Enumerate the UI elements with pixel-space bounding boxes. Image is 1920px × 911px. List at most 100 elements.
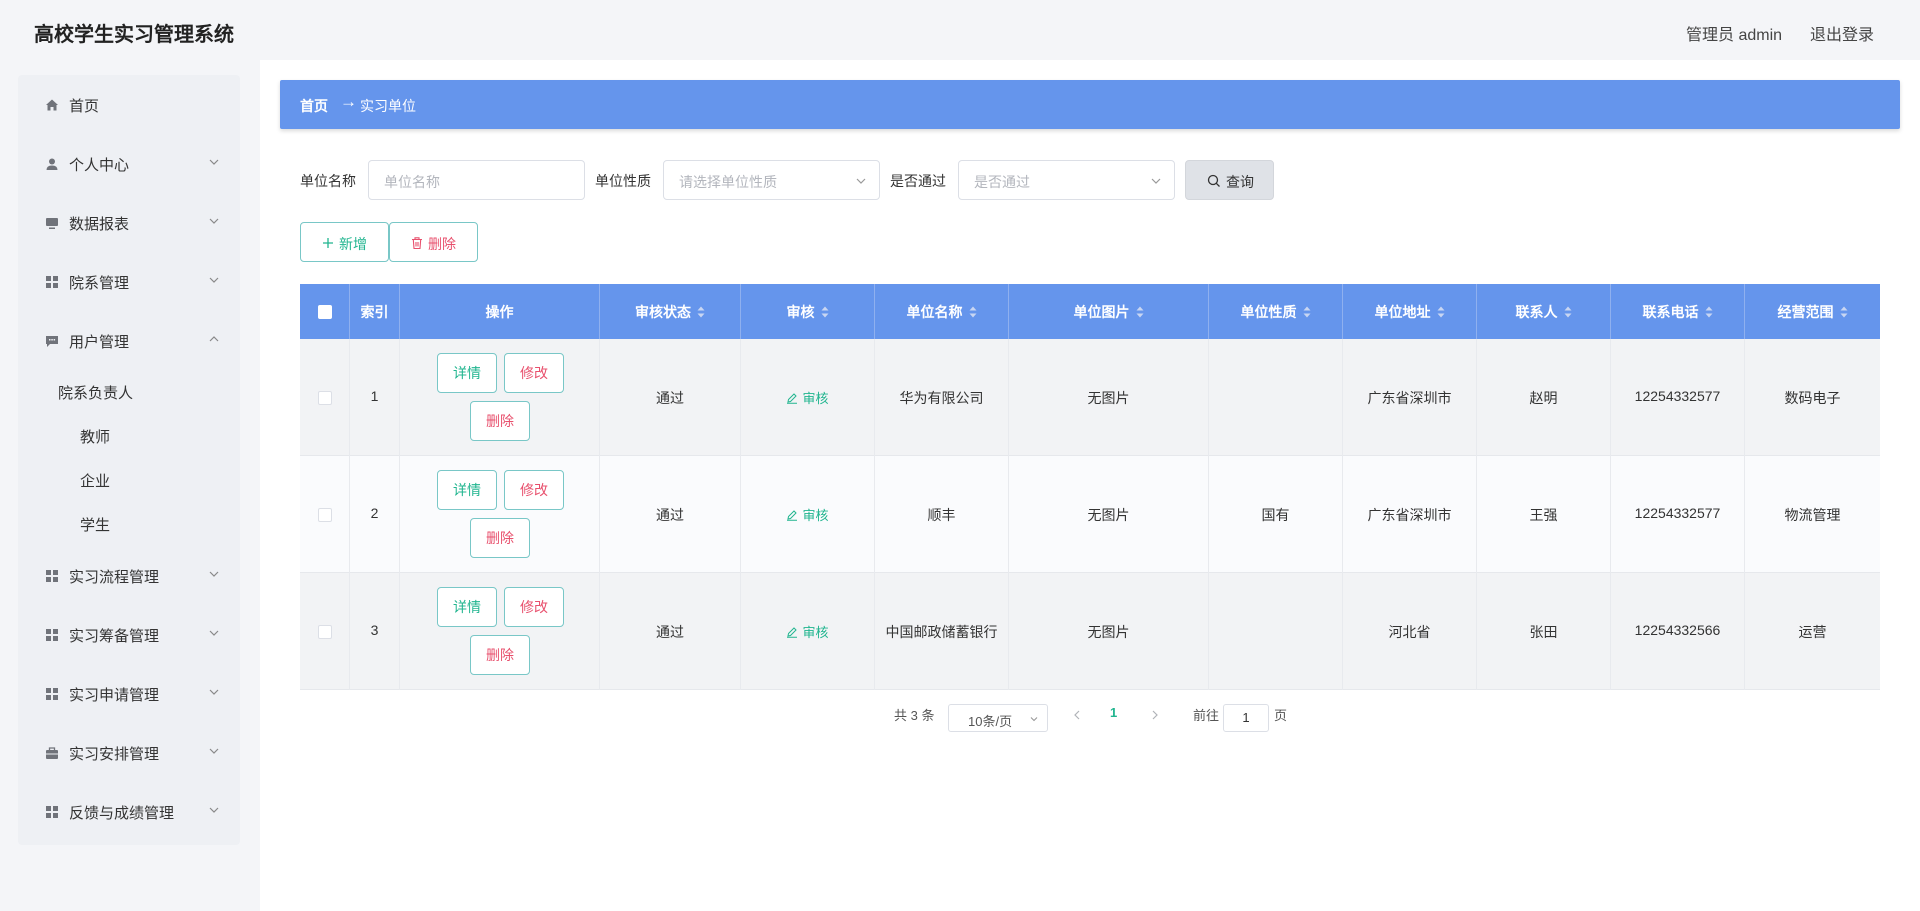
trash-icon [412, 237, 422, 250]
arrow-right-icon: → [340, 92, 357, 111]
goto-prefix: 前往 [1193, 708, 1220, 723]
search-button[interactable]: 查询 [1185, 160, 1274, 200]
sidebar-subitem-student[interactable]: 学生 [80, 514, 110, 535]
edit-button[interactable]: 修改 [504, 470, 564, 510]
add-button[interactable]: 新增 [300, 222, 389, 262]
cell-text: 无图片 [1087, 390, 1130, 406]
unit-type-select[interactable]: 请选择单位性质 [663, 160, 880, 200]
cell-text: 通过 [656, 507, 684, 523]
header-select-cell [300, 284, 350, 339]
unit-name-cell: 顺丰 [875, 456, 1009, 573]
header-audit[interactable]: 审核 [741, 284, 875, 339]
unit-name-input[interactable]: 单位名称 [368, 160, 585, 200]
header-address[interactable]: 单位地址 [1343, 284, 1477, 339]
delete-button[interactable]: 删除 [470, 635, 530, 675]
header-unit-image[interactable]: 单位图片 [1009, 284, 1209, 339]
detail-button[interactable]: 详情 [437, 587, 497, 627]
audit-link[interactable]: 审核 [741, 388, 874, 407]
header-label: 联系电话 [1642, 304, 1699, 320]
header-label: 单位地址 [1374, 304, 1431, 320]
unit-type-cell: 国有 [1209, 456, 1343, 573]
pass-placeholder: 是否通过 [974, 174, 1030, 190]
pass-select[interactable]: 是否通过 [958, 160, 1175, 200]
sidebar-item-users[interactable]: 用户管理 [18, 319, 240, 363]
audit-link[interactable]: 审核 [741, 505, 874, 524]
header-phone[interactable]: 联系电话 [1611, 284, 1745, 339]
sidebar-item-feedback[interactable]: 反馈与成绩管理 [18, 790, 240, 834]
audit-link[interactable]: 审核 [741, 622, 874, 641]
actions-cell: 详情 修改 删除 [400, 456, 600, 573]
header-scope[interactable]: 经营范围 [1745, 284, 1880, 339]
sidebar-item-home[interactable]: 首页 [18, 83, 240, 127]
unit-type-label: 单位性质 [595, 173, 651, 189]
header-label: 单位名称 [906, 304, 963, 320]
unit-type-cell [1209, 339, 1343, 456]
briefcase-icon [46, 747, 58, 759]
scope-cell: 运营 [1745, 573, 1880, 690]
sort-icon [1705, 306, 1712, 318]
sidebar-item-profile[interactable]: 个人中心 [18, 142, 240, 186]
row-checkbox[interactable] [318, 508, 332, 522]
prev-page-icon[interactable] [1070, 708, 1084, 722]
plus-icon [323, 238, 333, 248]
sidebar-subitem-company[interactable]: 企业 [80, 470, 110, 491]
batch-delete-button[interactable]: 删除 [389, 222, 478, 262]
audit-link-label: 审核 [802, 391, 829, 406]
sort-icon [1303, 306, 1310, 318]
phone-cell: 12254332566 [1611, 573, 1745, 690]
cell-text: 国有 [1261, 507, 1290, 523]
grid-icon [46, 276, 58, 288]
edit-button[interactable]: 修改 [504, 587, 564, 627]
next-page-icon[interactable] [1148, 708, 1162, 722]
sidebar-item-label: 实习筹备管理 [69, 628, 160, 645]
page-size-select[interactable]: 10条/页 [948, 704, 1048, 732]
breadcrumb-home[interactable]: 首页 [300, 96, 328, 116]
cell-text: 3 [370, 622, 379, 638]
sidebar-item-process[interactable]: 实习流程管理 [18, 554, 240, 598]
header-contact[interactable]: 联系人 [1477, 284, 1611, 339]
actions-cell: 详情 修改 删除 [400, 339, 600, 456]
sort-icon [821, 306, 828, 318]
grid-icon [46, 688, 58, 700]
header-unit-type[interactable]: 单位性质 [1209, 284, 1343, 339]
detail-button[interactable]: 详情 [437, 470, 497, 510]
app-title: 高校学生实习管理系统 [34, 24, 234, 46]
sort-icon [1564, 306, 1571, 318]
goto-page-input[interactable]: 1 [1223, 704, 1269, 732]
header-unit-name[interactable]: 单位名称 [875, 284, 1009, 339]
sidebar-item-departments[interactable]: 院系管理 [18, 260, 240, 304]
sidebar-item-arrangement[interactable]: 实习安排管理 [18, 731, 240, 775]
delete-button[interactable]: 删除 [470, 518, 530, 558]
header-status[interactable]: 审核状态 [600, 284, 741, 339]
index-cell: 2 [350, 456, 400, 573]
sidebar-subitem-teacher[interactable]: 教师 [80, 426, 110, 447]
logout-link[interactable]: 退出登录 [1810, 21, 1874, 45]
chevron-down-icon [1151, 178, 1161, 184]
detail-button[interactable]: 详情 [437, 353, 497, 393]
batch-delete-label: 删除 [428, 236, 456, 252]
current-user: 管理员 admin [1686, 27, 1783, 44]
sidebar-item-reports[interactable]: 数据报表 [18, 201, 240, 245]
sidebar: 首页 个人中心 数据报表 院系管理 用户管理 院系负责人 教师 企业 学生 实习… [18, 75, 240, 845]
row-checkbox[interactable] [318, 625, 332, 639]
index-cell: 3 [350, 573, 400, 690]
table-header: 索引 操作 审核状态 审核 单位名称 单位图片 单位性质 单位地址 联系人 联系… [300, 284, 1880, 339]
row-checkbox[interactable] [318, 391, 332, 405]
unit-name-label: 单位名称 [300, 173, 356, 189]
edit-button[interactable]: 修改 [504, 353, 564, 393]
sort-icon [1437, 306, 1444, 318]
breadcrumb: 首页 → 实习单位 [280, 80, 1900, 129]
cell-text: 2 [370, 505, 379, 521]
cell-text: 12254332566 [1634, 622, 1721, 638]
sidebar-subitem-dept-head[interactable]: 院系负责人 [58, 382, 133, 403]
chevron-down-icon [209, 571, 219, 577]
status-cell: 通过 [600, 573, 741, 690]
audit-cell: 审核 [741, 456, 875, 573]
sidebar-item-application[interactable]: 实习申请管理 [18, 672, 240, 716]
delete-button[interactable]: 删除 [470, 401, 530, 441]
address-cell: 广东省深圳市 [1343, 339, 1477, 456]
sidebar-item-preparation[interactable]: 实习筹备管理 [18, 613, 240, 657]
page-number-current[interactable]: 1 [1110, 705, 1117, 720]
unit-type-placeholder: 请选择单位性质 [679, 174, 777, 190]
select-all-checkbox[interactable] [318, 305, 332, 319]
